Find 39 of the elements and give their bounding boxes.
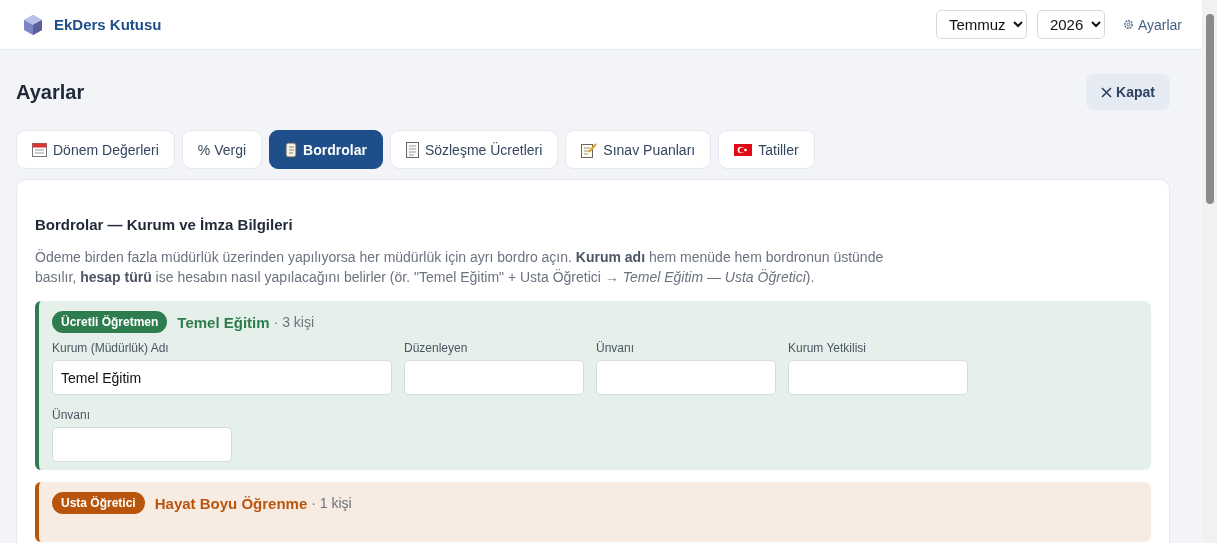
input-field[interactable]: [596, 360, 776, 395]
settings-tab[interactable]: Dönem Değerleri: [16, 130, 175, 169]
settings-icon: [1122, 19, 1134, 30]
scroll-icon: [285, 141, 298, 158]
app-title: EkDers Kutusu: [54, 16, 162, 33]
input-field[interactable]: [404, 360, 584, 395]
settings-tab[interactable]: Tatiller: [718, 130, 815, 169]
close-icon: [1101, 86, 1113, 98]
year-select[interactable]: 2026: [1036, 10, 1105, 39]
section-heading: Bordrolar — Kurum ve İmza Bilgileri: [35, 216, 294, 233]
document-icon: [405, 141, 419, 158]
person-count: · 1 kişi: [311, 495, 352, 511]
settings-tab[interactable]: Sözleşme Ücretleri: [389, 130, 559, 169]
input-field[interactable]: Temel Eğitim: [52, 360, 392, 395]
field-label: Kurum (Müdürlük) Adı: [52, 341, 170, 355]
month-select[interactable]: Temmuz: [935, 10, 1027, 39]
field-label: Düzenleyen: [404, 341, 469, 355]
institution-name: Temel Eğitim: [177, 313, 270, 331]
type-badge: Usta Öğretici: [52, 492, 145, 514]
input-field[interactable]: [52, 427, 232, 462]
person-count: · 3 kişi: [273, 314, 315, 330]
section-description: Ödeme birden fazla müdürlük üzerinden yapılıyorsa her müdürlük için ayrı bordro açın. Kurum adı hem menüde hem bordronun üstünde basılır, hesap türü ise hesabın nasıl yapılacağını belirler (ör. "Temel Eğitim" + Usta Öğretici → Temel Eğitim — Usta Öğretici).: [35, 248, 885, 287]
calendar-icon: [32, 142, 47, 157]
input-field[interactable]: [788, 360, 968, 395]
close-button[interactable]: Kapat: [1086, 74, 1170, 110]
settings-link[interactable]: Ayarlar: [1122, 16, 1182, 33]
type-badge: Ücretli Öğretmen: [52, 311, 168, 333]
field-label: Ünvanı: [52, 408, 92, 422]
memo-icon: [581, 141, 598, 158]
settings-tab[interactable]: Bordrolar: [269, 130, 383, 169]
field-label: Ünvanı: [596, 341, 636, 355]
settings-tab[interactable]: Sınav Puanları: [565, 130, 712, 169]
page-title: Ayarlar: [16, 80, 85, 104]
scrollbar-thumb[interactable]: [1205, 14, 1214, 204]
settings-tab[interactable]: % Vergi: [181, 130, 263, 169]
flag-icon: [734, 143, 753, 156]
institution-name: Hayat Boyu Öğrenme: [154, 494, 308, 512]
field-label: Kurum Yetkilisi: [788, 341, 868, 355]
cube-icon: [22, 13, 44, 36]
